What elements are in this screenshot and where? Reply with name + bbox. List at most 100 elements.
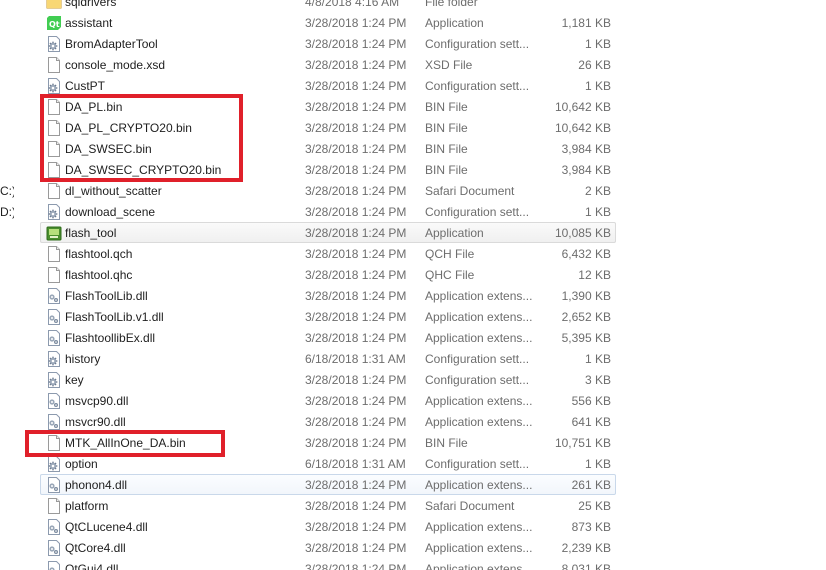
safari-doc-icon: [46, 498, 62, 514]
file-row-key[interactable]: key 3/28/2018 1:24 PM Configuration sett..…: [40, 369, 616, 390]
file-name: FlashtoollibEx.dll: [65, 331, 156, 345]
file-row-flashtoollib-v1-dll[interactable]: FlashToolLib.v1.dll 3/28/2018 1:24 PM Appl…: [40, 306, 616, 327]
file-type: Application: [425, 226, 484, 240]
file-row-da-swsec-crypto20-bin[interactable]: DA_SWSEC_CRYPTO20.bin 3/28/2018 1:24 PM BI…: [40, 159, 616, 180]
nav-drive-d-fragment[interactable]: D:): [0, 205, 14, 219]
file-size: 2 KB: [584, 184, 611, 198]
dll-file-icon: [46, 288, 62, 304]
dll-file-icon: [46, 519, 62, 535]
file-size: 641 KB: [571, 415, 611, 429]
file-row-qtcore4-dll[interactable]: QtCore4.dll 3/28/2018 1:24 PM Application …: [40, 537, 616, 558]
file-row-flashtoollibex-dll[interactable]: FlashtoollibEx.dll 3/28/2018 1:24 PM Appli…: [40, 327, 616, 348]
file-row-qtgui4-dll[interactable]: QtGui4.dll 3/28/2018 1:24 PM Application e…: [40, 558, 616, 570]
blank-file-icon: [46, 435, 62, 451]
file-size: 1 KB: [584, 37, 611, 51]
file-name: DA_SWSEC_CRYPTO20.bin: [65, 163, 222, 177]
file-row-custpt[interactable]: CustPT 3/28/2018 1:24 PM Configuration set…: [40, 75, 616, 96]
file-size: 3,984 KB: [561, 142, 611, 156]
file-date-modified: 3/28/2018 1:24 PM: [305, 247, 407, 261]
file-date-modified: 3/28/2018 1:24 PM: [305, 16, 407, 30]
file-size: 10,751 KB: [554, 436, 611, 450]
file-name: BromAdapterTool: [65, 37, 158, 51]
file-date-modified: 3/28/2018 1:24 PM: [305, 184, 407, 198]
config-file-icon: [46, 78, 62, 94]
blank-file-icon: [46, 99, 62, 115]
file-row-dl-without-scatter[interactable]: dl_without_scatter 3/28/2018 1:24 PM Safar…: [40, 180, 616, 201]
file-name: DA_SWSEC.bin: [65, 142, 152, 156]
file-row-da-pl-crypto20-bin[interactable]: DA_PL_CRYPTO20.bin 3/28/2018 1:24 PM BIN F…: [40, 117, 616, 138]
file-size: 1,390 KB: [561, 289, 611, 303]
file-type: Application extens...: [425, 478, 533, 492]
file-type: QHC File: [425, 268, 475, 282]
dll-file-icon: [46, 540, 62, 556]
config-file-icon: [46, 456, 62, 472]
file-size: 1,181 KB: [561, 16, 611, 30]
file-row-platform[interactable]: platform 3/28/2018 1:24 PM Safari Document…: [40, 495, 616, 516]
file-name: flash_tool: [65, 226, 117, 240]
file-row-msvcr90-dll[interactable]: msvcr90.dll 3/28/2018 1:24 PM Application …: [40, 411, 616, 432]
file-name: DA_PL.bin: [65, 100, 123, 114]
file-name: key: [65, 373, 84, 387]
file-type: Application: [425, 16, 484, 30]
file-row-assistant[interactable]: Qt assistant 3/28/2018 1:24 PM Application 1…: [40, 12, 616, 33]
file-row-flashtoollib-dll[interactable]: FlashToolLib.dll 3/28/2018 1:24 PM Applica…: [40, 285, 616, 306]
file-type: Safari Document: [425, 499, 515, 513]
dll-file-icon: [46, 330, 62, 346]
file-name: option: [65, 457, 98, 471]
svg-text:Qt: Qt: [49, 20, 60, 29]
file-row-msvcp90-dll[interactable]: msvcp90.dll 3/28/2018 1:24 PM Application …: [40, 390, 616, 411]
file-size: 2,239 KB: [561, 541, 611, 555]
file-date-modified: 6/18/2018 1:31 AM: [305, 352, 406, 366]
file-row-qtclucene4-dll[interactable]: QtCLucene4.dll 3/28/2018 1:24 PM Applicati…: [40, 516, 616, 537]
file-row-da-pl-bin[interactable]: DA_PL.bin 3/28/2018 1:24 PM BIN File 10,642…: [40, 96, 616, 117]
file-row-flashtool-qch[interactable]: flashtool.qch 3/28/2018 1:24 PM QCH File 6,…: [40, 243, 616, 264]
blank-file-icon: [46, 141, 62, 157]
file-size: 8,031 KB: [561, 562, 611, 570]
file-name: flashtool.qch: [65, 247, 133, 261]
file-date-modified: 3/28/2018 1:24 PM: [305, 415, 407, 429]
file-date-modified: 3/28/2018 1:24 PM: [305, 100, 407, 114]
file-date-modified: 3/28/2018 1:24 PM: [305, 58, 407, 72]
file-type: Configuration sett...: [425, 352, 530, 366]
file-size: 3 KB: [584, 373, 611, 387]
file-type: Application extens...: [425, 394, 533, 408]
file-date-modified: 3/28/2018 1:24 PM: [305, 163, 407, 177]
dll-file-icon: [46, 414, 62, 430]
file-row-mtk-allinone-da-bin[interactable]: MTK_AllInOne_DA.bin 3/28/2018 1:24 PM BIN …: [40, 432, 616, 453]
file-type: Application extens...: [425, 520, 533, 534]
file-date-modified: 3/28/2018 1:24 PM: [305, 499, 407, 513]
file-row-phonon4-dll[interactable]: phonon4.dll 3/28/2018 1:24 PM Application …: [40, 474, 616, 495]
blank-file-icon: [46, 267, 62, 283]
file-date-modified: 3/28/2018 1:24 PM: [305, 268, 407, 282]
file-row-option[interactable]: option 6/18/2018 1:31 AM Configuration set…: [40, 453, 616, 474]
file-name: sqldrivers: [65, 0, 117, 9]
file-row-console-mode-xsd[interactable]: console_mode.xsd 3/28/2018 1:24 PM XSD Fil…: [40, 54, 616, 75]
blank-file-icon: [46, 162, 62, 178]
file-row-bromadaptertool[interactable]: BromAdapterTool 3/28/2018 1:24 PM Configur…: [40, 33, 616, 54]
config-file-icon: [46, 351, 62, 367]
file-type: Application extens...: [425, 289, 533, 303]
file-date-modified: 3/28/2018 1:24 PM: [305, 478, 407, 492]
file-size: 261 KB: [571, 478, 611, 492]
file-row-flashtool-qhc[interactable]: flashtool.qhc 3/28/2018 1:24 PM QHC File 12…: [40, 264, 616, 285]
nav-drive-c-fragment[interactable]: C:): [0, 184, 14, 198]
file-row-da-swsec-bin[interactable]: DA_SWSEC.bin 3/28/2018 1:24 PM BIN File 3,9…: [40, 138, 616, 159]
file-date-modified: 3/28/2018 1:24 PM: [305, 37, 407, 51]
file-name: console_mode.xsd: [65, 58, 166, 72]
file-date-modified: 3/28/2018 1:24 PM: [305, 226, 407, 240]
file-name: CustPT: [65, 79, 106, 93]
file-row-history[interactable]: history 6/18/2018 1:31 AM Configuration se…: [40, 348, 616, 369]
file-date-modified: 3/28/2018 1:24 PM: [305, 331, 407, 345]
file-name: QtCore4.dll: [65, 541, 126, 555]
file-type: BIN File: [425, 163, 468, 177]
file-date-modified: 3/28/2018 1:24 PM: [305, 289, 407, 303]
file-size: 1 KB: [584, 352, 611, 366]
file-row-sqldrivers[interactable]: sqldrivers 4/8/2018 4:16 AM File folder: [40, 0, 616, 12]
file-row-download-scene[interactable]: download_scene 3/28/2018 1:24 PM Configura…: [40, 201, 616, 222]
file-name: dl_without_scatter: [65, 184, 162, 198]
file-date-modified: 3/28/2018 1:24 PM: [305, 79, 407, 93]
file-date-modified: 3/28/2018 1:24 PM: [305, 310, 407, 324]
file-size: 10,642 KB: [554, 100, 611, 114]
file-type: Application extens...: [425, 541, 533, 555]
file-row-flash-tool[interactable]: flash_tool 3/28/2018 1:24 PM Application 10…: [40, 222, 616, 243]
